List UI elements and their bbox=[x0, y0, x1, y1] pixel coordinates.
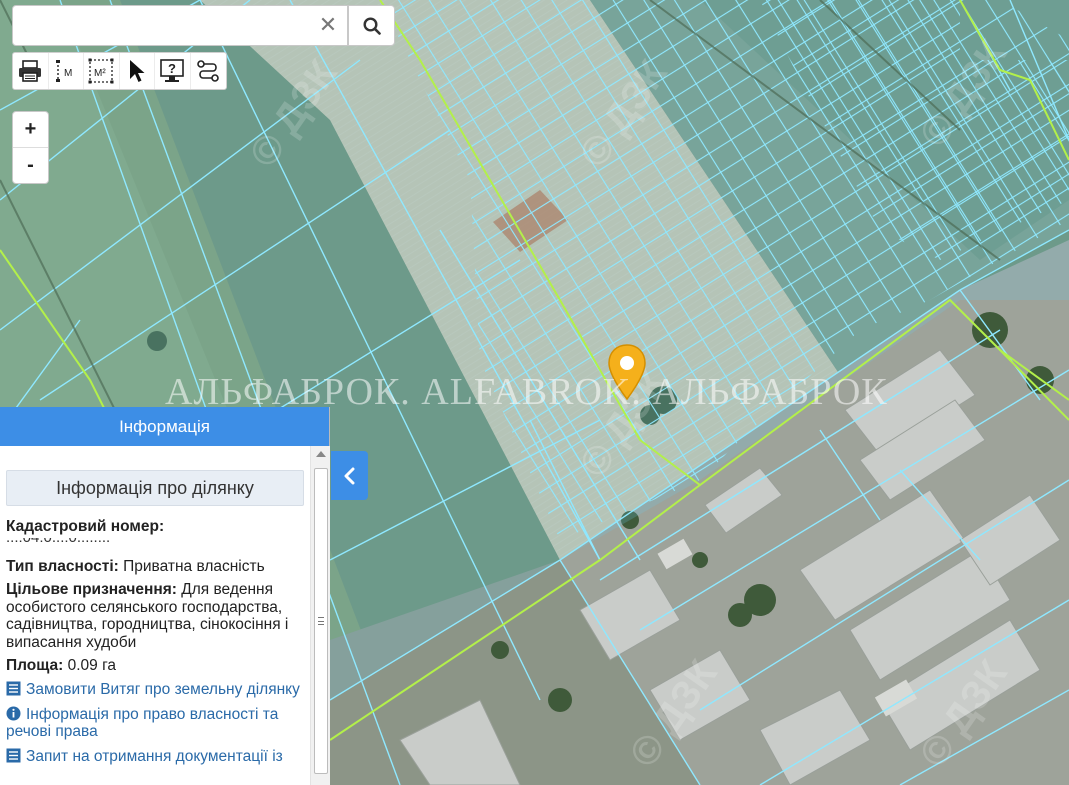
cadastral-value: ...:04:0...:0.:...:.. bbox=[6, 538, 110, 546]
area-label: Площа: bbox=[6, 657, 64, 674]
help-button[interactable]: ? bbox=[155, 53, 191, 89]
documentation-request-link[interactable]: Запит на отримання документації із bbox=[6, 748, 304, 765]
print-button[interactable] bbox=[13, 53, 49, 89]
measure-distance-icon: M bbox=[55, 60, 72, 82]
cadastral-row: Кадастровий номер: bbox=[6, 518, 304, 536]
search-input[interactable] bbox=[13, 6, 313, 45]
section-title: Інформація про ділянку bbox=[6, 470, 304, 506]
ownership-row: Тип власності: Приватна власність bbox=[6, 558, 304, 576]
info-panel-content[interactable]: Інформація про ділянку Кадастровий номер… bbox=[0, 446, 310, 785]
cadastral-label: Кадастровий номер: bbox=[6, 518, 165, 535]
info-panel: Інформація Інформація про ділянку Кадаст… bbox=[0, 407, 330, 785]
clear-icon[interactable]: ✕ bbox=[317, 14, 339, 36]
svg-text:?: ? bbox=[168, 61, 176, 76]
list-icon bbox=[6, 748, 21, 762]
measure-area-icon: M² bbox=[88, 58, 114, 84]
search-box: ✕ bbox=[12, 5, 348, 46]
measure-distance-button[interactable]: M bbox=[49, 53, 84, 89]
purpose-label: Цільове призначення: bbox=[6, 581, 177, 598]
search-button[interactable] bbox=[348, 5, 395, 46]
help-info-icon: ? bbox=[160, 59, 185, 82]
documentation-request-label: Запит на отримання документації із bbox=[26, 747, 283, 765]
zoom-out-button[interactable]: - bbox=[13, 148, 48, 184]
area-value: 0.09 га bbox=[67, 657, 117, 674]
info-circle-icon bbox=[6, 706, 21, 720]
cadastral-value-wrap: ...:04:0...:0.:...:.. bbox=[6, 538, 304, 552]
measure-area-button[interactable]: M² bbox=[84, 53, 120, 89]
purpose-row: Цільове призначення: Для ведення особист… bbox=[6, 581, 304, 651]
printer-icon bbox=[19, 60, 42, 82]
route-button[interactable] bbox=[191, 53, 227, 89]
select-tool-button[interactable] bbox=[120, 53, 155, 89]
route-icon bbox=[197, 60, 220, 82]
zoom-control: + - bbox=[12, 111, 49, 184]
select-pointer-icon bbox=[129, 60, 145, 82]
zoom-in-button[interactable]: + bbox=[13, 112, 48, 148]
scrollbar-thumb[interactable] bbox=[314, 468, 328, 774]
scrollbar-grip-icon bbox=[318, 617, 324, 625]
collapse-panel-button[interactable] bbox=[331, 451, 368, 500]
ownership-value: Приватна власність bbox=[123, 557, 265, 575]
chevron-left-icon bbox=[344, 467, 354, 484]
order-extract-label: Замовити Витяг про земельну ділянку bbox=[26, 680, 300, 698]
ownership-label: Тип власності: bbox=[6, 557, 119, 575]
ownership-rights-link[interactable]: Інформація про право власності та речові… bbox=[6, 706, 304, 740]
info-panel-scrollbar[interactable] bbox=[310, 446, 330, 785]
search-icon bbox=[363, 17, 381, 35]
map-toolbar: M M² ? bbox=[12, 52, 227, 90]
list-icon bbox=[6, 681, 21, 695]
scroll-up-arrow-icon[interactable] bbox=[316, 451, 326, 457]
ownership-rights-label: Інформація про право власності та речові… bbox=[6, 705, 279, 740]
location-marker-icon[interactable] bbox=[606, 343, 648, 403]
info-panel-header: Інформація bbox=[0, 407, 329, 446]
distance-unit-label: M bbox=[64, 68, 72, 79]
area-row: Площа: 0.09 га bbox=[6, 657, 304, 675]
order-extract-link[interactable]: Замовити Витяг про земельну ділянку bbox=[6, 681, 304, 698]
area-unit-label: M² bbox=[94, 68, 106, 79]
